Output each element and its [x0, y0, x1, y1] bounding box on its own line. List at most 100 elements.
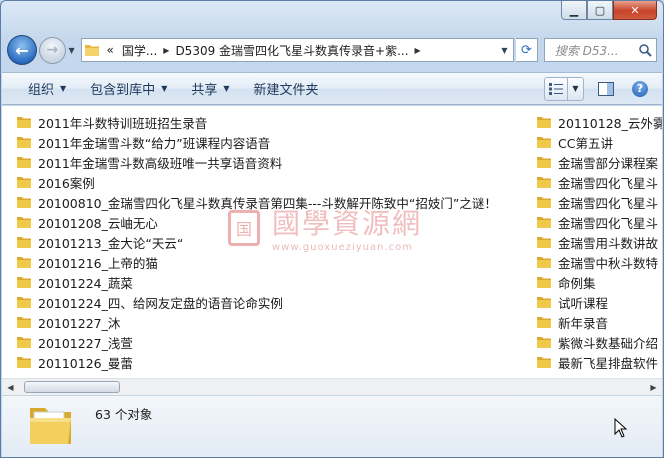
scrollbar-thumb[interactable]: [24, 381, 120, 393]
folder-icon: [16, 115, 32, 129]
folder-icon: [536, 135, 552, 149]
view-options-button[interactable]: [544, 76, 568, 101]
list-item[interactable]: 2011年斗数特训班班招生录音: [16, 112, 528, 132]
list-item[interactable]: 金瑞雪中秋斗数特: [536, 252, 662, 272]
list-item-label: 新年录音: [558, 315, 609, 331]
list-item[interactable]: 20110128_云外雾: [536, 112, 662, 132]
file-column-right: 20110128_云外雾 CC第五讲 金瑞雪部分课程案 金瑞雪四化飞星斗 金瑞雪四化飞星…: [536, 112, 662, 372]
navigation-row: ← → ▼ « 国学... ▶ D5309 金瑞雪四化飞星斗数真传录音+紫...…: [7, 34, 658, 66]
list-item-label: 20101224_四、给网友定盘的语音论命实例: [38, 295, 283, 311]
list-item-label: 金瑞雪四化飞星斗: [558, 195, 659, 211]
folder-icon: [16, 195, 32, 209]
list-item[interactable]: CC第五讲: [536, 132, 662, 152]
list-item-label: 20101227_浅萱: [38, 335, 133, 351]
list-item[interactable]: 2011年金瑞雪斗数“给力”班课程内容语音: [16, 132, 528, 152]
folder-icon: [536, 275, 552, 289]
list-item[interactable]: 金瑞雪四化飞星斗: [536, 172, 662, 192]
breadcrumb-separator-icon[interactable]: ▶: [413, 46, 423, 55]
list-item-label: 20101208_云岫无心: [38, 215, 158, 231]
large-folder-icon: [26, 402, 76, 448]
list-item[interactable]: 2011年金瑞雪斗数高级班唯一共享语音资料: [16, 152, 528, 172]
view-dropdown-icon[interactable]: ▼: [568, 76, 584, 101]
list-item[interactable]: 金瑞雪四化飞星斗: [536, 212, 662, 232]
breadcrumb-current-folder[interactable]: D5309 金瑞雪四化飞星斗数真传录音+紫...: [171, 42, 412, 59]
close-button[interactable]: ✕: [613, 1, 657, 20]
list-item-label: 试听课程: [558, 295, 609, 311]
search-box[interactable]: 搜索 D53...: [543, 38, 658, 62]
folder-icon: [16, 355, 32, 369]
organize-menu[interactable]: 组织 ▼: [16, 77, 78, 101]
scroll-right-arrow-icon[interactable]: ▶: [645, 379, 662, 395]
include-in-library-menu[interactable]: 包含到库中 ▼: [78, 77, 179, 101]
folder-icon: [536, 195, 552, 209]
scroll-left-arrow-icon[interactable]: ◀: [2, 379, 19, 395]
mouse-cursor-icon: [614, 417, 628, 441]
search-icon[interactable]: [634, 39, 656, 61]
list-item[interactable]: 20101224_蔬菜: [16, 272, 528, 292]
refresh-button[interactable]: ⟳: [516, 38, 538, 62]
recent-pages-dropdown[interactable]: ▼: [66, 46, 78, 55]
folder-icon: [536, 155, 552, 169]
folder-icon: [82, 39, 102, 61]
folder-icon: [16, 175, 32, 189]
breadcrumb-guoxue[interactable]: 国学...: [118, 42, 161, 59]
folder-icon: [16, 155, 32, 169]
list-item[interactable]: 金瑞雪部分课程案: [536, 152, 662, 172]
forward-button[interactable]: →: [38, 36, 66, 64]
list-item[interactable]: 金瑞雪四化飞星斗: [536, 192, 662, 212]
folder-icon: [536, 355, 552, 369]
list-item-label: 紫微斗数基础介绍: [558, 335, 659, 351]
list-item-label: 最新飞星排盘软件: [558, 355, 659, 371]
list-item[interactable]: 20110126_曼蕾: [16, 352, 528, 372]
horizontal-scrollbar[interactable]: ◀ ▶: [2, 378, 662, 395]
list-item[interactable]: 试听课程: [536, 292, 662, 312]
folder-icon: [536, 235, 552, 249]
search-input[interactable]: 搜索 D53...: [555, 42, 619, 59]
watermark-seal: 国: [228, 209, 260, 246]
list-item[interactable]: 最新飞星排盘软件: [536, 352, 662, 372]
folder-icon: [536, 255, 552, 269]
object-count: 63 个对象: [95, 407, 153, 422]
list-item[interactable]: 紫微斗数基础介绍: [536, 332, 662, 352]
file-list[interactable]: 2011年斗数特训班班招生录音 2011年金瑞雪斗数“给力”班课程内容语音 2011…: [2, 106, 662, 378]
folder-icon: [536, 215, 552, 229]
help-button[interactable]: ?: [628, 77, 652, 101]
toolbar-right: ▼ ?: [544, 76, 662, 101]
folder-icon: [16, 335, 32, 349]
list-item[interactable]: 2016案例: [16, 172, 528, 192]
address-dropdown-icon[interactable]: ▼: [495, 45, 513, 55]
list-item[interactable]: 20101227_沐: [16, 312, 528, 332]
organize-label: 组织: [28, 83, 55, 98]
breadcrumb-overflow[interactable]: «: [102, 43, 117, 57]
list-item[interactable]: 20101216_上帝的猫: [16, 252, 528, 272]
address-bar[interactable]: « 国学... ▶ D5309 金瑞雪四化飞星斗数真传录音+紫... ▶ ▼: [81, 38, 514, 62]
folder-icon: [536, 335, 552, 349]
minimize-button[interactable]: ▁: [561, 1, 587, 20]
breadcrumb-separator-icon[interactable]: ▶: [161, 46, 171, 55]
preview-pane-button[interactable]: [594, 77, 618, 101]
maximize-button[interactable]: ▢: [587, 1, 613, 20]
preview-pane-icon: [598, 81, 614, 96]
explorer-window: ▁ ▢ ✕ ← → ▼ « 国学... ▶ D5309 金瑞雪四化飞星斗数真传录…: [0, 0, 664, 458]
folder-icon: [16, 275, 32, 289]
share-menu[interactable]: 共享 ▼: [179, 77, 241, 101]
back-button[interactable]: ←: [7, 35, 37, 65]
list-item-label: 2011年斗数特训班班招生录音: [38, 115, 208, 131]
list-item-label: 20110128_云外雾: [558, 115, 662, 131]
list-item-label: 2011年金瑞雪斗数高级班唯一共享语音资料: [38, 155, 283, 171]
list-item[interactable]: 金瑞雪用斗数讲故: [536, 232, 662, 252]
folder-icon: [16, 235, 32, 249]
folder-icon: [16, 135, 32, 149]
list-item-label: 金瑞雪用斗数讲故: [558, 235, 659, 251]
new-folder-button[interactable]: 新建文件夹: [242, 77, 331, 101]
list-item-label: 20101213_金大论“天云“: [38, 235, 184, 251]
list-item[interactable]: 20101227_浅萱: [16, 332, 528, 352]
folder-icon: [16, 255, 32, 269]
folder-icon: [16, 315, 32, 329]
details-pane: 63 个对象: [2, 395, 662, 457]
list-item[interactable]: 命例集: [536, 272, 662, 292]
list-item[interactable]: 20101224_四、给网友定盘的语音论命实例: [16, 292, 528, 312]
list-item[interactable]: 新年录音: [536, 312, 662, 332]
folder-icon: [536, 175, 552, 189]
folder-icon: [16, 215, 32, 229]
